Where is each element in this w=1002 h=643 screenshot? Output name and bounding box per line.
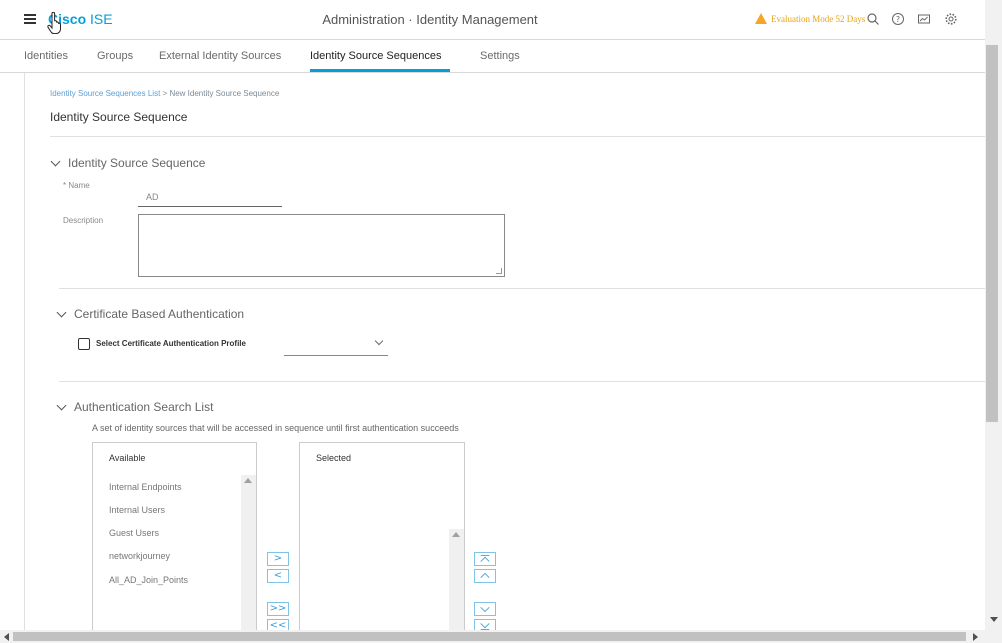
- evaluation-mode-badge[interactable]: Evaluation Mode 52 Days: [755, 13, 865, 24]
- tab-bar: Identities Groups External Identity Sour…: [0, 41, 985, 73]
- help-icon[interactable]: ?: [891, 12, 905, 26]
- list-item[interactable]: All_AD_Join_Points: [109, 575, 188, 585]
- main-content: Identity Source Sequences List > New Ide…: [24, 73, 986, 637]
- scroll-up-icon[interactable]: [244, 478, 252, 483]
- name-label: * Name: [63, 181, 90, 190]
- breadcrumb: Identity Source Sequences List > New Ide…: [50, 89, 279, 98]
- horizontal-scroll-thumb[interactable]: [13, 632, 966, 641]
- breadcrumb-current: New Identity Source Sequence: [169, 89, 280, 98]
- description-field[interactable]: [138, 214, 505, 277]
- divider: [59, 381, 986, 382]
- gear-icon[interactable]: [944, 12, 958, 26]
- available-list[interactable]: Available Internal Endpoints Internal Us…: [92, 442, 257, 637]
- page-title: Identity Source Sequence: [50, 110, 188, 124]
- divider: [50, 136, 986, 137]
- dashboard-icon[interactable]: [917, 12, 931, 26]
- tab-identity-source-sequences[interactable]: Identity Source Sequences: [310, 50, 441, 62]
- top-header: Cisco ISE Administration · Identity Mana…: [0, 0, 985, 40]
- divider: [59, 288, 986, 289]
- description-label: Description: [63, 216, 104, 225]
- tab-identities[interactable]: Identities: [24, 50, 68, 62]
- tab-external-identity-sources[interactable]: External Identity Sources: [159, 50, 281, 62]
- section-search-header[interactable]: Authentication Search List: [56, 400, 214, 414]
- name-field[interactable]: [138, 177, 282, 207]
- section-search-title: Authentication Search List: [74, 400, 214, 414]
- list-item[interactable]: Internal Endpoints: [109, 482, 182, 492]
- header-title: Administration · Identity Management: [322, 12, 538, 27]
- section-cert-title: Certificate Based Authentication: [74, 307, 245, 321]
- cert-profile-select[interactable]: [284, 332, 388, 356]
- evaluation-text: Evaluation Mode 52 Days: [771, 13, 866, 24]
- move-down-button[interactable]: [474, 602, 496, 616]
- move-left-button[interactable]: <: [267, 569, 289, 583]
- selected-scrollbar[interactable]: [449, 529, 464, 636]
- list-item[interactable]: networkjourney: [109, 551, 170, 561]
- available-scrollbar[interactable]: [241, 475, 256, 636]
- move-top-button[interactable]: [474, 552, 496, 566]
- scroll-left-icon[interactable]: [4, 633, 9, 641]
- list-item[interactable]: Internal Users: [109, 505, 165, 515]
- tab-settings[interactable]: Settings: [480, 50, 520, 62]
- tab-groups[interactable]: Groups: [97, 50, 133, 62]
- cert-profile-checkbox[interactable]: [78, 338, 90, 350]
- chevron-down-icon: [50, 156, 61, 166]
- search-list-description: A set of identity sources that will be a…: [92, 423, 459, 433]
- svg-text:?: ?: [896, 15, 900, 24]
- chevron-down-icon: [56, 400, 67, 410]
- resize-handle[interactable]: [496, 268, 502, 274]
- list-item[interactable]: Guest Users: [109, 528, 159, 538]
- selected-header: Selected: [316, 453, 352, 463]
- active-tab-indicator: [310, 69, 450, 72]
- move-up-button[interactable]: [474, 569, 496, 583]
- search-icon[interactable]: [866, 12, 880, 26]
- scroll-right-icon[interactable]: [973, 633, 978, 641]
- breadcrumb-separator: >: [162, 89, 168, 98]
- move-right-button[interactable]: >: [267, 552, 289, 566]
- selected-list[interactable]: Selected: [299, 442, 465, 637]
- cert-profile-label: Select Certificate Authentication Profil…: [96, 339, 246, 348]
- vertical-scroll-thumb[interactable]: [986, 45, 998, 422]
- chevron-down-icon: [56, 307, 67, 317]
- move-all-right-button[interactable]: >>: [267, 602, 289, 616]
- scroll-down-icon[interactable]: [990, 617, 998, 622]
- section-iss-header[interactable]: Identity Source Sequence: [50, 156, 206, 170]
- scroll-up-icon[interactable]: [452, 532, 460, 537]
- available-header: Available: [109, 453, 146, 463]
- section-iss-title: Identity Source Sequence: [68, 156, 206, 170]
- section-cert-header[interactable]: Certificate Based Authentication: [56, 307, 245, 321]
- breadcrumb-link[interactable]: Identity Source Sequences List: [50, 89, 160, 98]
- chevron-down-icon: [374, 336, 384, 346]
- warning-icon: [755, 13, 767, 24]
